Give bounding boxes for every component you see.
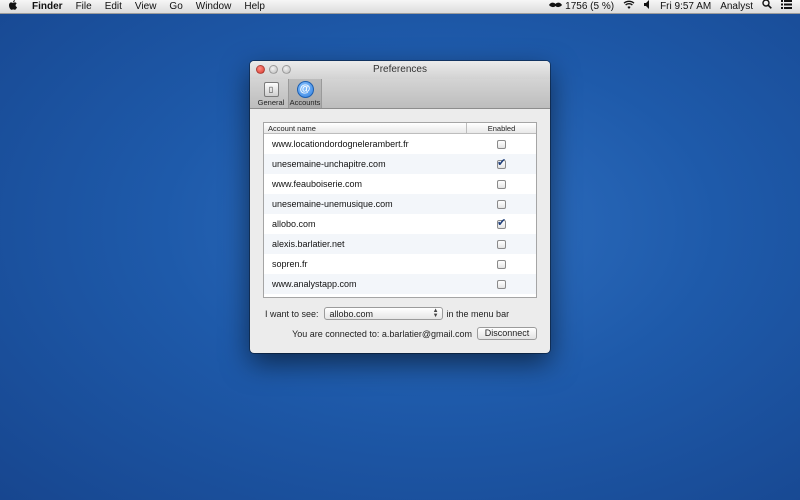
enabled-cell bbox=[467, 279, 536, 289]
clock[interactable]: Fri 9:57 AM bbox=[660, 0, 711, 14]
wifi-icon[interactable] bbox=[623, 0, 635, 14]
menu-file[interactable]: File bbox=[76, 0, 92, 14]
tab-general[interactable]: ▯ General bbox=[254, 78, 288, 108]
at-sign-icon: @ bbox=[296, 81, 314, 98]
activity-text: 1756 (5 %) bbox=[565, 0, 615, 12]
column-header-account[interactable]: Account name bbox=[264, 123, 467, 133]
tab-general-label: General bbox=[257, 98, 285, 107]
table-row[interactable]: www.locationdordognelerambert.fr bbox=[264, 134, 536, 154]
connection-status: You are connected to: a.barlatier@gmail.… bbox=[292, 328, 472, 339]
mustache-icon bbox=[549, 0, 563, 14]
account-name: allobo.com bbox=[272, 219, 316, 229]
menu-bar: Finder File Edit View Go Window Help 175… bbox=[0, 0, 800, 14]
menu-help[interactable]: Help bbox=[244, 0, 265, 14]
table-header: Account name Enabled bbox=[264, 123, 536, 134]
spotlight-search-icon[interactable] bbox=[762, 0, 772, 14]
notification-center-icon[interactable] bbox=[781, 0, 792, 14]
account-name: unesemaine-unchapitre.com bbox=[272, 159, 386, 169]
user-menu[interactable]: Analyst bbox=[720, 0, 753, 14]
enabled-checkbox[interactable] bbox=[497, 239, 506, 249]
enabled-checkbox[interactable] bbox=[497, 199, 506, 209]
enabled-checkbox[interactable] bbox=[497, 216, 506, 229]
volume-icon[interactable] bbox=[644, 0, 651, 14]
account-name: alexis.barlatier.net bbox=[272, 239, 345, 249]
updown-arrows-icon: ▲ ▼ bbox=[432, 308, 439, 319]
enabled-cell bbox=[467, 139, 536, 149]
account-name: sopren.fr bbox=[272, 259, 308, 269]
menu-select-suffix: in the menu bar bbox=[446, 308, 510, 319]
enabled-checkbox[interactable] bbox=[497, 139, 506, 149]
zoom-button[interactable] bbox=[282, 65, 291, 74]
enabled-cell bbox=[467, 179, 536, 189]
table-row[interactable]: alexis.barlatier.net bbox=[264, 234, 536, 254]
connection-row: You are connected to: a.barlatier@gmail.… bbox=[250, 327, 537, 340]
table-row[interactable]: www.feauboiserie.com bbox=[264, 174, 536, 194]
disconnect-button[interactable]: Disconnect bbox=[477, 327, 537, 340]
menu-select-prefix: I want to see: bbox=[265, 308, 319, 319]
window-titlebar[interactable]: Preferences bbox=[250, 61, 550, 79]
enabled-cell bbox=[467, 216, 536, 229]
enabled-cell bbox=[467, 239, 536, 249]
activity-status[interactable]: 1756 (5 %) bbox=[549, 0, 614, 14]
apple-menu-icon[interactable] bbox=[8, 0, 22, 15]
tab-accounts-label: Accounts bbox=[289, 98, 321, 107]
accounts-table: Account name Enabled www.locationdordogn… bbox=[263, 122, 537, 298]
menu-view[interactable]: View bbox=[135, 0, 157, 14]
table-row[interactable]: allobo.com bbox=[264, 214, 536, 234]
enabled-cell bbox=[467, 259, 536, 269]
window-title: Preferences bbox=[373, 64, 427, 75]
account-name: unesemaine-unemusique.com bbox=[272, 199, 393, 209]
menu-account-select[interactable]: allobo.com ▲ ▼ bbox=[323, 307, 443, 320]
enabled-checkbox[interactable] bbox=[497, 179, 506, 189]
table-row[interactable]: unesemaine-unemusique.com bbox=[264, 194, 536, 214]
menu-window[interactable]: Window bbox=[196, 0, 232, 14]
close-button[interactable] bbox=[256, 65, 265, 74]
menu-edit[interactable]: Edit bbox=[105, 0, 122, 14]
preferences-toolbar: ▯ General @ Accounts bbox=[250, 78, 550, 109]
window-controls bbox=[256, 65, 295, 74]
menu-account-select-value: allobo.com bbox=[329, 308, 374, 319]
enabled-checkbox[interactable] bbox=[497, 156, 506, 169]
table-row[interactable]: sopren.fr bbox=[264, 254, 536, 274]
column-header-enabled[interactable]: Enabled bbox=[467, 123, 536, 133]
enabled-cell bbox=[467, 156, 536, 169]
table-row[interactable]: www.analystapp.com bbox=[264, 274, 536, 294]
menu-bar-account-row: I want to see: allobo.com ▲ ▼ in the menu… bbox=[265, 307, 537, 320]
menu-go[interactable]: Go bbox=[169, 0, 182, 14]
enabled-checkbox[interactable] bbox=[497, 279, 506, 289]
preferences-window: Preferences ▯ General @ Accounts Account… bbox=[250, 61, 550, 353]
tab-accounts[interactable]: @ Accounts bbox=[288, 78, 322, 108]
enabled-checkbox[interactable] bbox=[497, 259, 506, 269]
account-name: www.feauboiserie.com bbox=[272, 179, 363, 189]
enabled-cell bbox=[467, 199, 536, 209]
general-icon: ▯ bbox=[263, 82, 279, 97]
account-name: www.analystapp.com bbox=[272, 279, 357, 289]
minimize-button[interactable] bbox=[269, 65, 278, 74]
account-name: www.locationdordognelerambert.fr bbox=[272, 139, 409, 149]
table-row[interactable]: unesemaine-unchapitre.com bbox=[264, 154, 536, 174]
table-body: www.locationdordognelerambert.fr unesemai… bbox=[264, 134, 536, 294]
menu-finder[interactable]: Finder bbox=[32, 0, 63, 14]
